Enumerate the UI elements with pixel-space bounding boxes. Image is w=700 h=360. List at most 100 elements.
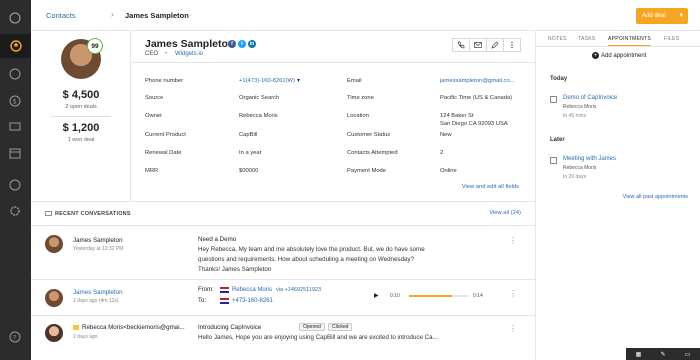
tab-tasks[interactable]: TASKS [578, 36, 596, 42]
won-deals-value: $ 1,200 [62, 122, 100, 134]
tools-icon[interactable]: ✎ [660, 351, 665, 358]
avatar [45, 289, 63, 307]
chat-icon [45, 211, 52, 216]
recording-progress-fill [409, 295, 453, 297]
timezone-value: Pacific Time (US & Canada) [440, 95, 513, 101]
breadcrumb-current: James Sampleton [125, 11, 189, 20]
conversation-row[interactable]: Rebecca Moris<beckiemoris@gmai... 2 days… [31, 316, 535, 360]
appointment-owner: Rebecca Moris [563, 165, 597, 171]
open-deals-label: 2 open deals [65, 104, 97, 110]
kebab-icon[interactable]: ⋮ [509, 324, 517, 333]
screen-icon[interactable]: ▭ [685, 351, 691, 358]
edit-button[interactable] [486, 38, 504, 52]
renewal-label: Renewal Date [145, 150, 182, 156]
later-heading: Later [550, 137, 565, 143]
us-flag-icon [220, 287, 229, 293]
dialer-icon[interactable]: ▦ [636, 351, 642, 358]
svg-text:?: ? [13, 336, 17, 342]
add-deal-label: Add deal [642, 13, 666, 19]
to-number[interactable]: +473-160-8261 [232, 298, 273, 304]
conversation-row[interactable]: James Sampleton Yesterday at 12:32 PM Ne… [31, 226, 535, 280]
plus-icon: + [592, 52, 599, 59]
kebab-icon[interactable]: ⋮ [509, 289, 517, 298]
call-button[interactable] [452, 38, 470, 52]
conversation-sender[interactable]: James Sampleton [73, 289, 123, 296]
play-icon[interactable]: ▶ [374, 292, 379, 299]
open-deals-value: $ 4,500 [62, 89, 100, 101]
to-label: To: [198, 298, 207, 304]
source-value: Organic Search [239, 95, 280, 101]
appointment-title[interactable]: Meeting with James [563, 156, 616, 162]
attempted-label: Contacts Attempted [347, 150, 398, 156]
conversation-time: 2 days ago [73, 334, 98, 340]
sidebar: $ ? [0, 0, 31, 360]
bottom-utility-bar: ▦ ✎ ▭ [626, 348, 700, 360]
contact-name: James Sampleton [145, 38, 235, 50]
view-all-conversations-link[interactable]: View all (24) [489, 210, 521, 216]
chevron-down-icon[interactable]: ▾ [679, 11, 683, 19]
today-heading: Today [550, 76, 568, 82]
contact-fields: Phone number +1(473)-160-8261(W) ▾ Sourc… [131, 63, 535, 201]
email-button[interactable] [469, 38, 487, 52]
contact-summary: 99 $ 4,500 2 open deals $ 1,200 1 won de… [31, 31, 131, 201]
recent-conversations-title: RECENT CONVERSATIONS [55, 211, 131, 217]
reports-nav-icon[interactable] [8, 178, 22, 192]
help-icon[interactable]: ? [8, 330, 22, 344]
view-past-appointments-link[interactable]: View all past appointments [623, 194, 688, 200]
contact-role: CEO [145, 51, 159, 57]
divider [51, 116, 111, 117]
recording-start-time: 0:10 [390, 293, 400, 299]
appointment-title[interactable]: Demo of CapInvoice [563, 95, 617, 101]
contact-company[interactable]: Widgets.io [175, 51, 203, 57]
add-appointment-label: Add appointment [601, 52, 647, 59]
conversation-time: Yesterday at 12:32 PM [73, 246, 124, 252]
calendar-icon [550, 157, 557, 164]
pencil-icon [491, 41, 499, 49]
calendar-icon [550, 96, 557, 103]
location-label: Location [347, 113, 369, 119]
twitter-icon[interactable]: t [238, 40, 246, 48]
location-line2: San Diego CA 92093 USA [440, 121, 508, 127]
linkedin-icon[interactable]: in [248, 40, 256, 48]
from-name[interactable]: Rebecca Moris [232, 287, 272, 293]
envelope-icon [474, 42, 482, 48]
dollar-nav-icon[interactable]: $ [8, 94, 22, 108]
conversation-row[interactable]: James Sampleton 2 days ago (4m 12s) From… [31, 280, 535, 316]
settings-nav-icon[interactable] [8, 204, 22, 218]
email-value[interactable]: jamessampleton@gmail.co... [440, 78, 515, 84]
avatar [45, 235, 63, 253]
conversation-body-line: Hello James, Hope you are enjoying using… [198, 334, 438, 341]
chat-nav-icon[interactable] [8, 120, 22, 134]
facebook-icon[interactable]: f [228, 40, 236, 48]
status-label: Customer Status [347, 132, 391, 138]
breadcrumb-contacts[interactable]: Contacts [46, 11, 76, 20]
payment-label: Payment Mode [347, 168, 386, 174]
tab-notes[interactable]: NOTES [548, 36, 567, 42]
bell-icon[interactable] [8, 11, 22, 25]
mrr-value: $00000 [239, 168, 259, 174]
kebab-icon[interactable]: ⋮ [509, 236, 517, 245]
view-all-fields-link[interactable]: View and edit all fields [462, 184, 519, 190]
location-line1: 124 Baker St [440, 113, 474, 119]
recent-conversations-header: RECENT CONVERSATIONS View all (24) [31, 201, 535, 226]
appointment-owner: Rebecca Moris [563, 104, 597, 110]
add-deal-button[interactable]: Add deal ▾ [636, 8, 688, 24]
more-button[interactable] [503, 38, 521, 52]
email-label: Email [347, 78, 362, 84]
chevron-down-icon[interactable]: ▾ [297, 77, 300, 84]
payment-value: Online [440, 168, 457, 174]
deals-nav-icon[interactable] [8, 67, 22, 81]
folder-icon [73, 325, 79, 330]
source-label: Source [145, 95, 164, 101]
calendar-nav-icon[interactable] [8, 146, 22, 160]
conversation-subject: Introducing CapInvoice [198, 324, 262, 331]
tab-appointments[interactable]: APPOINTMENTS [608, 36, 652, 46]
recording-progress-track[interactable] [409, 295, 469, 297]
status-value: New [440, 132, 452, 138]
add-appointment-button[interactable]: + Add appointment [592, 52, 646, 59]
conversation-sender: Rebecca Moris<beckiemoris@gmai... [82, 324, 185, 331]
phone-value[interactable]: +1(473)-160-8261(W) [239, 78, 295, 84]
contacts-nav-icon[interactable] [0, 34, 31, 58]
tab-files[interactable]: FILES [664, 36, 679, 42]
product-label: Current Product [145, 132, 186, 138]
